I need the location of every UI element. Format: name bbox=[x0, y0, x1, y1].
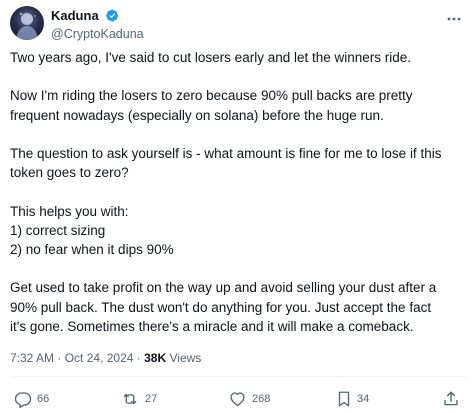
tweet-card: Kaduna @CryptoKaduna Two years ago, I've… bbox=[0, 0, 474, 413]
repost-button[interactable]: 27 bbox=[120, 388, 157, 410]
bookmark-count: 34 bbox=[357, 393, 370, 405]
author-info: Kaduna @CryptoKaduna bbox=[51, 7, 144, 42]
tweet-meta: 7:32 AM · Oct 24, 2024 · 38K Views bbox=[10, 350, 201, 366]
share-button[interactable] bbox=[442, 388, 460, 410]
tweet-time[interactable]: 7:32 AM bbox=[10, 351, 54, 365]
repost-icon bbox=[120, 390, 140, 408]
tweet-header: Kaduna @CryptoKaduna bbox=[10, 6, 466, 42]
avatar[interactable] bbox=[10, 6, 44, 40]
like-button[interactable]: 268 bbox=[228, 388, 270, 410]
meta-separator: · bbox=[136, 351, 141, 365]
action-bar: 66 27 268 34 bbox=[0, 388, 474, 410]
repost-count: 27 bbox=[145, 393, 158, 405]
avatar-image bbox=[16, 12, 38, 40]
reply-button[interactable]: 66 bbox=[14, 388, 49, 410]
tweet-line: Get used to take profit on the way up an… bbox=[10, 280, 437, 296]
reply-count: 66 bbox=[37, 393, 50, 405]
tweet-line: 2) no fear when it dips 90% bbox=[10, 241, 174, 257]
like-count: 268 bbox=[252, 393, 271, 405]
author-handle[interactable]: @CryptoKaduna bbox=[51, 26, 144, 42]
bookmark-icon bbox=[336, 390, 352, 408]
tweet-line: token goes to zero? bbox=[10, 165, 129, 181]
tweet-line: This helps you with: bbox=[10, 203, 129, 219]
bookmark-button[interactable]: 34 bbox=[336, 388, 369, 410]
heart-icon bbox=[228, 390, 247, 408]
reply-icon bbox=[14, 390, 32, 408]
tweet-line: Now I'm riding the losers to zero becaus… bbox=[10, 88, 413, 104]
tweet-line: frequent nowadays (especially on solana)… bbox=[10, 107, 384, 123]
views-label: Views bbox=[169, 351, 202, 365]
tweet-line: Two years ago, I've said to cut losers e… bbox=[10, 50, 412, 65]
verified-badge-icon bbox=[106, 9, 119, 22]
divider bbox=[10, 376, 466, 377]
tweet-line: The question to ask yourself is - what a… bbox=[10, 145, 442, 161]
author-display-name[interactable]: Kaduna bbox=[51, 8, 99, 24]
views-count[interactable]: 38K bbox=[144, 351, 166, 365]
tweet-text: Two years ago, I've said to cut losers e… bbox=[10, 48, 466, 336]
tweet-line: it's gone. Sometimes there's a miracle a… bbox=[10, 318, 414, 334]
meta-separator: · bbox=[57, 351, 62, 365]
more-horizontal-icon[interactable] bbox=[446, 10, 462, 21]
tweet-date[interactable]: Oct 24, 2024 bbox=[65, 351, 134, 365]
tweet-line: 1) correct sizing bbox=[10, 222, 106, 238]
share-icon bbox=[442, 390, 460, 408]
tweet-line: 90% pull back. The dust won't do anythin… bbox=[10, 299, 432, 315]
